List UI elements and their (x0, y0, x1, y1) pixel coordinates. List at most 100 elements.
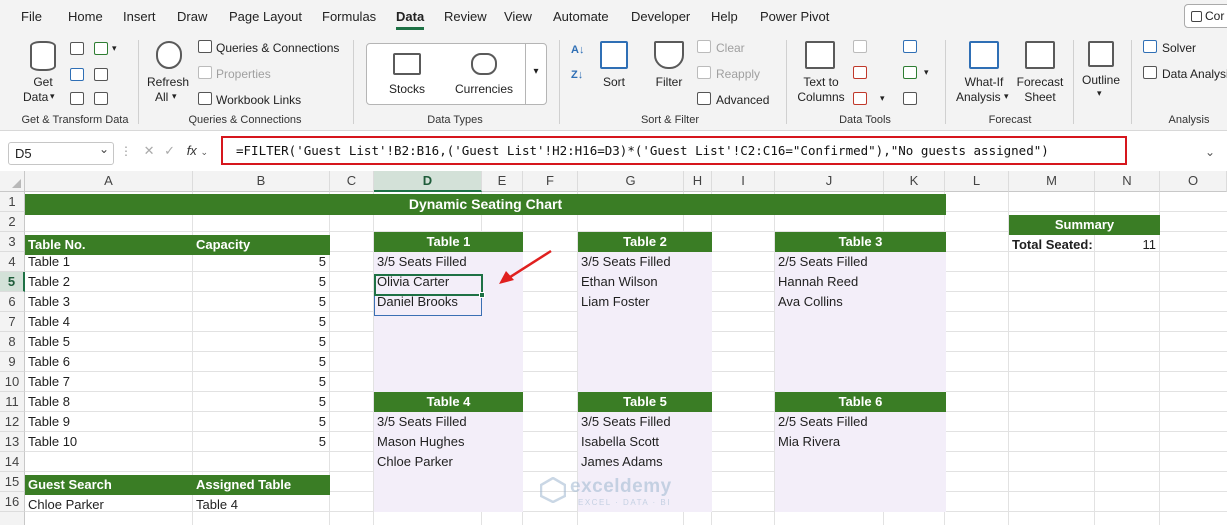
row-header-7[interactable]: 7 (0, 312, 25, 332)
row-header-5[interactable]: 5 (0, 272, 25, 292)
guest-name-cell[interactable]: Ava Collins (775, 292, 846, 312)
workbook-links-button[interactable]: Workbook Links (216, 93, 301, 107)
guest-name-cell[interactable]: James Adams (578, 452, 666, 472)
guest-name-cell[interactable]: Ethan Wilson (578, 272, 661, 292)
summary-header[interactable]: Summary (1009, 215, 1160, 235)
tab-home[interactable]: Home (68, 9, 103, 24)
capacity-cell[interactable]: 5 (193, 412, 330, 432)
table-no-cell[interactable]: Table 2 (25, 272, 73, 292)
capacity-cell[interactable]: 5 (193, 392, 330, 412)
seats-filled-status[interactable]: 3/5 Seats Filled (578, 412, 674, 432)
tab-help[interactable]: Help (711, 9, 738, 24)
refresh-all-label[interactable]: Refresh (145, 75, 191, 89)
consolidate-icon[interactable] (903, 40, 917, 53)
table-no-cell[interactable]: Table 1 (25, 252, 73, 272)
remove-duplicates-icon[interactable] (853, 66, 867, 79)
what-if-label-2[interactable]: Analysis (956, 90, 1001, 104)
row-header-1[interactable]: 1 (0, 192, 25, 212)
tab-developer[interactable]: Developer (631, 9, 690, 24)
from-picture-icon[interactable] (70, 92, 84, 105)
table-no-cell[interactable]: Table 6 (25, 352, 73, 372)
manage-data-model-icon[interactable] (903, 92, 917, 105)
currencies-button[interactable]: Currencies (453, 82, 515, 96)
guest-search-input[interactable]: Chloe Parker (25, 495, 107, 515)
seating-card-title[interactable]: Table 3 (775, 232, 946, 252)
from-text-icon[interactable] (70, 42, 84, 55)
fill-handle[interactable] (479, 292, 485, 298)
column-header-a[interactable]: A (25, 171, 193, 192)
tab-automate[interactable]: Automate (553, 9, 609, 24)
column-header-c[interactable]: C (330, 171, 374, 192)
tab-formulas[interactable]: Formulas (322, 9, 376, 24)
row-header-14[interactable]: 14 (0, 452, 25, 472)
assigned-table-value[interactable]: Table 4 (193, 495, 241, 515)
row-header-2[interactable]: 2 (0, 212, 25, 232)
column-header-k[interactable]: K (884, 171, 945, 192)
tab-view[interactable]: View (504, 9, 532, 24)
row-header-8[interactable]: 8 (0, 332, 25, 352)
row-header-16[interactable]: 16 (0, 492, 25, 512)
tab-draw[interactable]: Draw (177, 9, 207, 24)
sort-button[interactable]: Sort (596, 75, 632, 89)
sort-descending-icon[interactable]: Z↓ (571, 68, 583, 82)
seating-card-title[interactable]: Table 5 (578, 392, 712, 412)
tab-insert[interactable]: Insert (123, 9, 156, 24)
forecast-sheet-label-2[interactable]: Sheet (1012, 90, 1068, 104)
reapply-button[interactable]: Reapply (716, 67, 760, 81)
outline-button[interactable]: Outline (1078, 73, 1124, 87)
guest-name-cell[interactable]: Mia Rivera (775, 432, 843, 452)
tab-file[interactable]: File (21, 9, 42, 24)
column-header-f[interactable]: F (523, 171, 578, 192)
data-types-gallery[interactable]: Stocks Currencies (366, 43, 546, 105)
capacity-cell[interactable]: 5 (193, 252, 330, 272)
filter-button[interactable]: Filter (648, 75, 690, 89)
column-header-l[interactable]: L (945, 171, 1009, 192)
table-no-cell[interactable]: Table 4 (25, 312, 73, 332)
comments-button[interactable]: Cor (1184, 4, 1227, 28)
row-header-10[interactable]: 10 (0, 372, 25, 392)
guest-search-header[interactable]: Guest Search (25, 475, 193, 495)
seats-filled-status[interactable]: 3/5 Seats Filled (578, 252, 674, 272)
seating-card-title[interactable]: Table 2 (578, 232, 712, 252)
get-data-label[interactable]: Get (28, 75, 58, 89)
row-header-4[interactable]: 4 (0, 252, 25, 272)
seats-filled-status[interactable]: 3/5 Seats Filled (374, 252, 470, 272)
column-header-j[interactable]: J (775, 171, 884, 192)
capacity-cell[interactable]: 5 (193, 292, 330, 312)
relationships-icon[interactable] (903, 66, 917, 79)
row-header-13[interactable]: 13 (0, 432, 25, 452)
column-header-m[interactable]: M (1009, 171, 1095, 192)
formula-input[interactable]: =FILTER('Guest List'!B2:B16,('Guest List… (221, 136, 1127, 165)
table-no-cell[interactable]: Table 7 (25, 372, 73, 392)
row-header-12[interactable]: 12 (0, 412, 25, 432)
seating-card-title[interactable]: Table 6 (775, 392, 946, 412)
worksheet-grid[interactable]: ABCDEFGHIJKLMNO 1 2 3 4 5 6 7 8 9 10 11 12 13 14 15 16 … (0, 171, 1227, 525)
recent-sources-icon[interactable] (94, 68, 108, 81)
seating-card-title[interactable]: Table 4 (374, 392, 523, 412)
properties-button[interactable]: Properties (216, 67, 271, 81)
guest-name-cell[interactable]: Hannah Reed (775, 272, 861, 292)
column-header-i[interactable]: I (712, 171, 775, 192)
row-header-11[interactable]: 11 (0, 392, 25, 412)
flash-fill-icon[interactable] (853, 40, 867, 53)
column-header-h[interactable]: H (684, 171, 712, 192)
total-seated-label[interactable]: Total Seated: (1009, 235, 1096, 255)
seats-filled-status[interactable]: 2/5 Seats Filled (775, 412, 871, 432)
data-validation-icon[interactable] (853, 92, 867, 105)
capacity-cell[interactable]: 5 (193, 432, 330, 452)
from-table-icon[interactable] (94, 42, 108, 55)
guest-name-cell[interactable]: Daniel Brooks (374, 292, 461, 312)
guest-name-cell[interactable]: Liam Foster (578, 292, 653, 312)
table-no-cell[interactable]: Table 8 (25, 392, 73, 412)
tab-review[interactable]: Review (444, 9, 487, 24)
row-header-17[interactable] (0, 512, 25, 525)
clear-button[interactable]: Clear (716, 41, 745, 55)
cancel-icon[interactable]: ✕ (144, 143, 155, 158)
column-header-o[interactable]: O (1160, 171, 1227, 192)
capacity-cell[interactable]: 5 (193, 312, 330, 332)
existing-connections-icon[interactable] (94, 92, 108, 105)
solver-button[interactable]: Solver (1162, 41, 1196, 55)
get-data-label-2[interactable]: Data (23, 90, 48, 104)
forecast-sheet-label[interactable]: Forecast (1012, 75, 1068, 89)
queries-connections-button[interactable]: Queries & Connections (216, 41, 339, 55)
